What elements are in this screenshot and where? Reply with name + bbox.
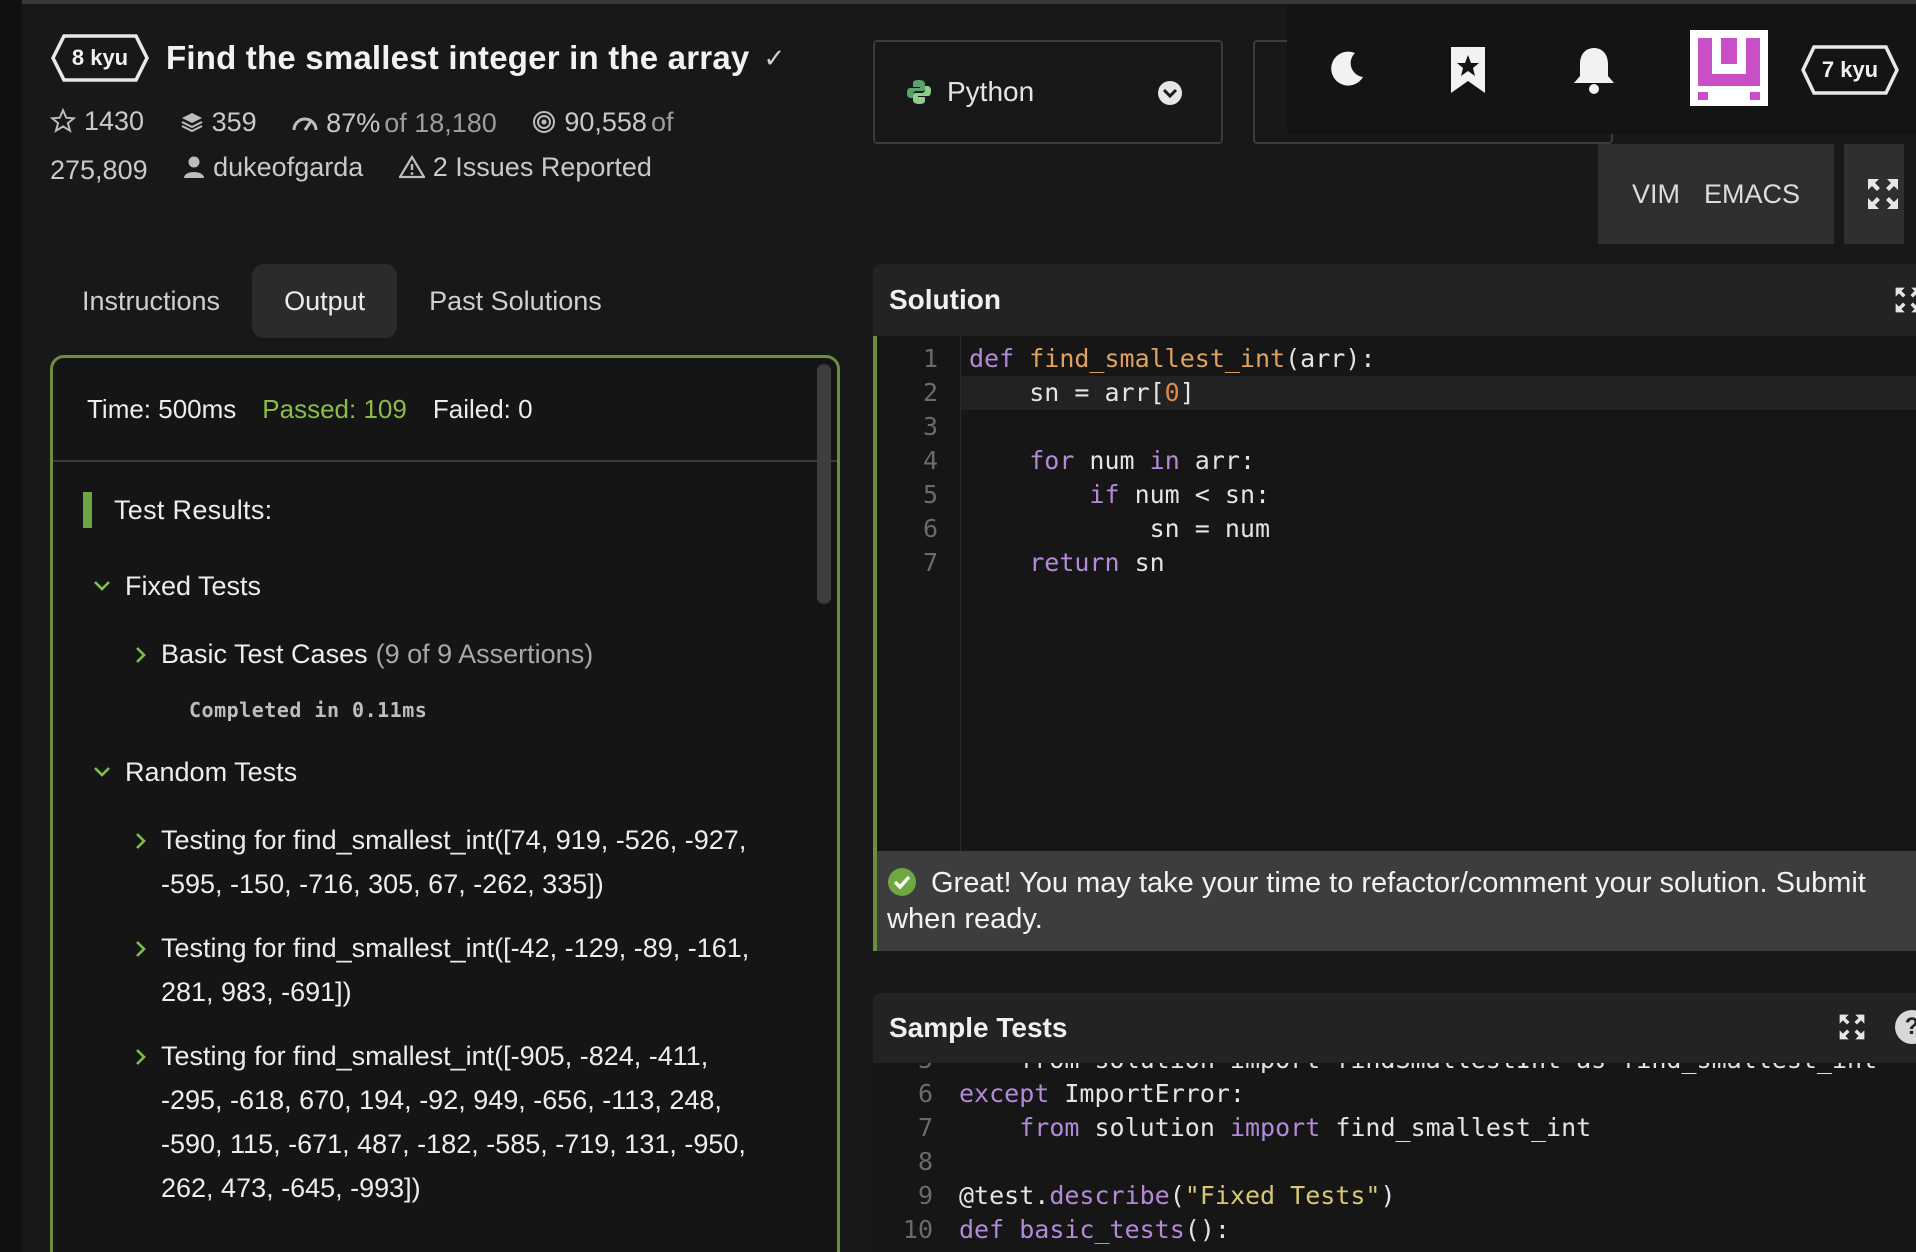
line-numbers: 1 2 3 4 5 6 7 — [877, 336, 961, 851]
editor-mode-bar: VIM EMACS — [1598, 144, 1905, 244]
fullscreen-button[interactable] — [1844, 144, 1905, 244]
chevron-right-icon — [135, 1048, 147, 1066]
expand-icon — [1868, 179, 1899, 209]
passed-label: Passed: 109 — [262, 393, 407, 424]
target-icon — [532, 110, 556, 134]
issues-link[interactable]: 2 Issues Reported — [398, 146, 652, 188]
expand-icon[interactable] — [1838, 1013, 1866, 1048]
moon-icon[interactable] — [1322, 44, 1372, 94]
code-line: def basic_tests(): — [959, 1215, 1230, 1244]
kata-rank-badge: 8 kyu — [50, 33, 150, 83]
status-bar — [83, 492, 92, 528]
chevron-down-icon — [93, 580, 111, 592]
failed-label: Failed: 0 — [432, 393, 533, 424]
kata-title: Find the smallest integer in the array — [166, 39, 750, 76]
code-line: sn = num — [969, 514, 1271, 543]
author-link[interactable]: dukeofgarda — [183, 146, 363, 188]
fixed-tests-group[interactable]: Fixed Tests — [93, 566, 837, 606]
collections-stat[interactable]: 359 — [180, 101, 257, 143]
test-summary: Time: 500ms Passed: 109 Failed: 0 — [53, 358, 837, 462]
tab-output[interactable]: Output — [252, 264, 398, 338]
emacs-mode-button[interactable]: EMACS — [1704, 179, 1800, 210]
kata-tabs: Instructions Output Past Solutions — [50, 264, 634, 338]
sample-tests-editor[interactable]: 5 6 7 8 9 10 from solution import findSm… — [873, 1063, 1916, 1252]
bookmark-icon[interactable] — [1446, 44, 1490, 96]
random-test-item[interactable]: Testing for find_smallest_int([-42, -129… — [135, 926, 837, 1014]
chevron-right-icon — [135, 940, 147, 958]
check-icon: ✓ — [763, 42, 786, 73]
random-tests-group[interactable]: Random Tests — [93, 752, 837, 792]
python-icon — [905, 78, 933, 106]
tab-instructions[interactable]: Instructions — [50, 264, 252, 338]
completed-stat: 90,558 of — [532, 101, 673, 143]
expand-icon[interactable] — [1894, 286, 1916, 321]
layers-icon — [180, 110, 204, 134]
chevron-down-circle-icon — [1157, 80, 1183, 113]
code-line: for num in arr: — [1029, 446, 1256, 475]
language-select[interactable]: Python — [873, 40, 1223, 144]
stars-stat[interactable]: 1430 — [50, 100, 144, 142]
test-results: Test Results: Fixed Tests Basic Test Cas… — [53, 462, 837, 1210]
solution-code[interactable]: def find_smallest_int(arr): sn = arr[0] … — [961, 342, 1916, 580]
code-line: if num < sn: — [1089, 480, 1271, 509]
time-label: Time: 500ms — [87, 393, 237, 424]
kata-stats: 1430 359 87%of 18,180 90,558of 275,809 — [50, 100, 770, 191]
code-line: @test.describe("Fixed Tests") — [959, 1181, 1396, 1210]
completed-total: 275,809 — [50, 155, 148, 185]
code-line: def find_smallest_int(arr): — [969, 344, 1376, 373]
chevron-down-icon — [93, 766, 111, 778]
check-circle-icon — [887, 867, 917, 897]
output-panel: Time: 500ms Passed: 109 Failed: 0 Test R… — [50, 355, 840, 1252]
test-results-heading: Test Results: — [83, 490, 837, 530]
code-line: from solution import findSmallestInt as … — [959, 1063, 1916, 1077]
help-icon[interactable]: ? — [1895, 1010, 1916, 1044]
random-test-item[interactable]: Testing for find_smallest_int([74, 919, … — [135, 818, 837, 906]
code-line: return sn — [1029, 548, 1165, 577]
bell-icon[interactable] — [1570, 44, 1618, 96]
star-icon — [50, 108, 76, 134]
solution-header: Solution — [873, 264, 1916, 336]
line-numbers: 5 6 7 8 9 10 — [902, 1063, 933, 1244]
code-line: sn = arr[0] — [961, 376, 1916, 410]
tab-past-solutions[interactable]: Past Solutions — [397, 264, 634, 338]
basic-test-cases[interactable]: Basic Test Cases (9 of 9 Assertions) — [135, 632, 837, 676]
sample-tests-code[interactable]: from solution import findSmallestInt as … — [959, 1063, 1916, 1247]
output-scrollbar[interactable] — [817, 364, 831, 604]
warning-icon — [398, 155, 425, 179]
satisfaction-stat: 87% of 18,180 — [292, 102, 497, 144]
left-edge-strip — [0, 0, 22, 1252]
success-notice: Great! You may take your time to refacto… — [873, 851, 1916, 951]
code-line: except ImportError: — [959, 1079, 1245, 1108]
completed-time: Completed in 0.11ms — [189, 698, 428, 722]
chevron-right-icon — [135, 832, 147, 850]
sample-tests-header: Sample Tests ? — [873, 993, 1916, 1063]
user-rank-badge[interactable]: 7 kyu — [1800, 44, 1900, 96]
avatar[interactable] — [1690, 30, 1768, 106]
gauge-icon — [292, 112, 318, 134]
kata-header: 8 kyu Find the smallest integer in the a… — [50, 32, 870, 191]
code-line: from solution import find_smallest_int — [1019, 1113, 1592, 1142]
vim-mode-button[interactable]: VIM — [1632, 179, 1680, 210]
chevron-right-icon — [135, 646, 147, 664]
solution-editor[interactable]: 1 2 3 4 5 6 7 def find_smallest_int(arr)… — [873, 336, 1916, 851]
user-icon — [183, 155, 205, 179]
random-test-item[interactable]: Testing for find_smallest_int([-905, -82… — [135, 1034, 837, 1210]
